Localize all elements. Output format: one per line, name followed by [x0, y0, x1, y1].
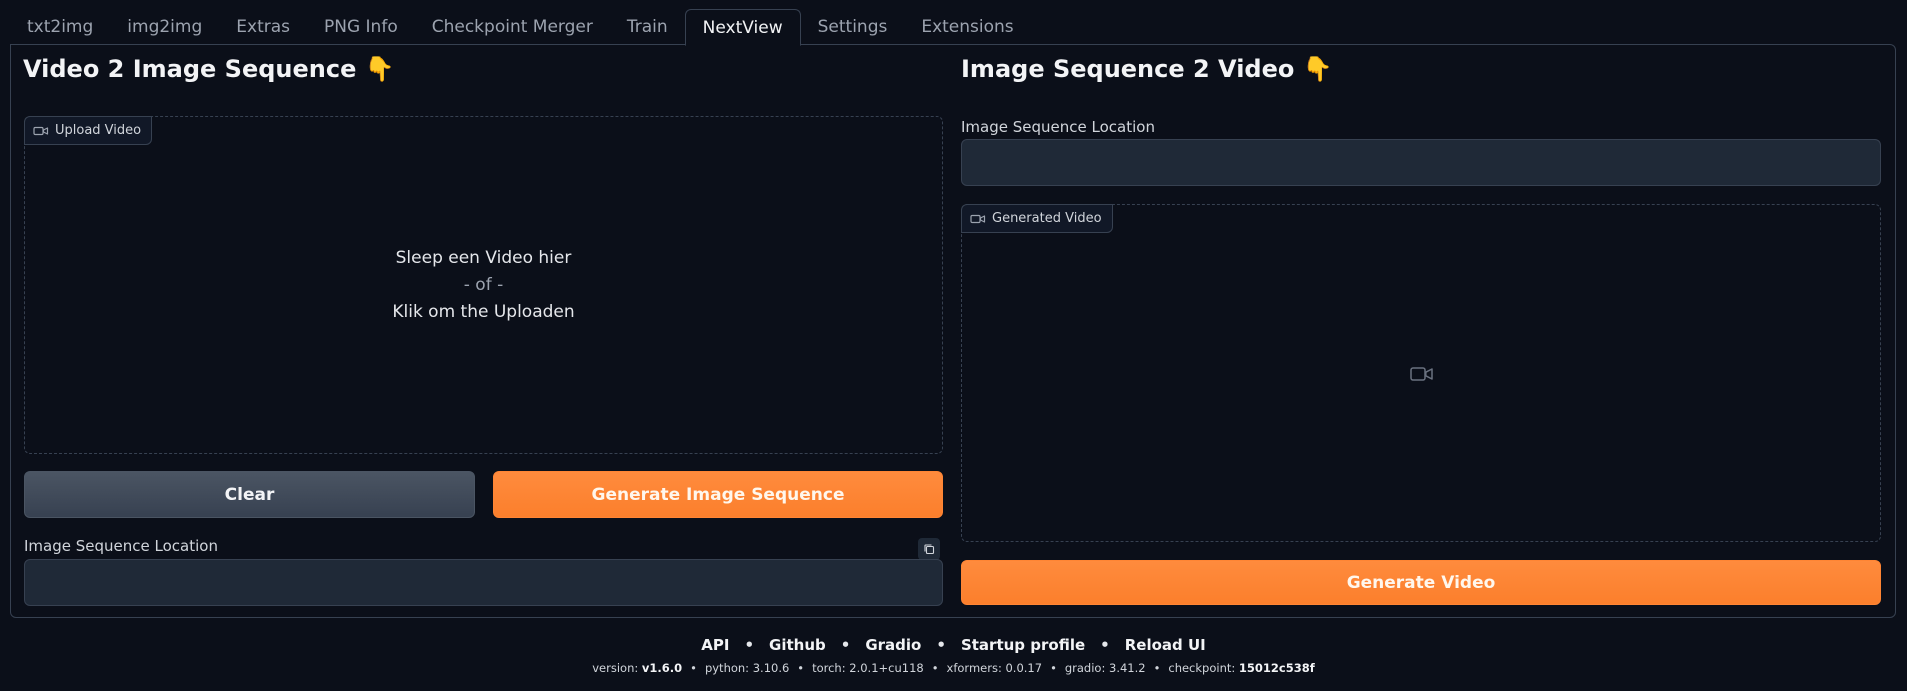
upload-video-dropzone[interactable]: Upload Video Sleep een Video hier - of -…: [24, 116, 943, 454]
video-to-image-title: Video 2 Image Sequence 👇: [23, 55, 395, 83]
tab-txt2img[interactable]: txt2img: [10, 9, 110, 45]
tab-extensions[interactable]: Extensions: [904, 9, 1030, 45]
torch-value: 2.0.1+cu118: [849, 661, 924, 675]
drop-instructions: Sleep een Video hier - of - Klik om the …: [25, 245, 942, 326]
python-key: python:: [704, 661, 750, 675]
gradio-value: 3.41.2: [1109, 661, 1146, 675]
footer-links: API • Github • Gradio • Startup profile • Reload…: [701, 636, 1206, 654]
right-location-input[interactable]: [961, 139, 1881, 186]
generated-video-box: Generated Video: [961, 204, 1881, 542]
xformers-value: 0.0.17: [1005, 661, 1043, 675]
tab-png-info[interactable]: PNG Info: [307, 9, 415, 45]
xformers-key: xformers:: [946, 661, 1002, 675]
checkpoint-key: checkpoint:: [1168, 661, 1236, 675]
left-location-label: Image Sequence Location: [24, 537, 218, 555]
footer-link-reload-ui[interactable]: Reload UI: [1125, 636, 1206, 654]
version-info: version: v1.6.0 • python: 3.10.6 • torch: 2.…: [592, 661, 1315, 675]
footer-link-api[interactable]: API: [701, 636, 729, 654]
upload-video-label-text: Upload Video: [55, 123, 142, 138]
image-to-video-title: Image Sequence 2 Video 👇: [961, 55, 1333, 83]
version-key: version:: [592, 661, 639, 675]
left-location-input[interactable]: [24, 559, 943, 606]
checkpoint-value: 15012c538f: [1238, 661, 1315, 675]
right-location-label: Image Sequence Location: [961, 118, 1155, 136]
torch-key: torch:: [812, 661, 846, 675]
tab-nextview[interactable]: NextView: [684, 9, 801, 46]
video-camera-icon: [970, 214, 986, 223]
copy-button[interactable]: [918, 538, 940, 560]
generate-video-button[interactable]: Generate Video: [961, 560, 1881, 605]
footer-link-github[interactable]: Github: [769, 636, 826, 654]
tab-checkpoint-merger[interactable]: Checkpoint Merger: [415, 9, 610, 45]
footer-link-startup-profile[interactable]: Startup profile: [961, 636, 1085, 654]
generate-image-sequence-button[interactable]: Generate Image Sequence: [493, 471, 943, 518]
version-value: v1.6.0: [641, 661, 683, 675]
video-placeholder-icon: [1410, 367, 1433, 381]
nextview-panel: Video 2 Image Sequence 👇 Upload Video Sl…: [10, 44, 1896, 618]
clear-button[interactable]: Clear: [24, 471, 475, 518]
gradio-key: gradio:: [1064, 661, 1106, 675]
footer-link-gradio[interactable]: Gradio: [865, 636, 921, 654]
generated-video-label-text: Generated Video: [992, 211, 1102, 226]
drop-line-3: Klik om the Uploaden: [392, 302, 575, 322]
tab-bar: txt2img img2img Extras PNG Info Checkpoi…: [10, 9, 1031, 46]
tab-extras[interactable]: Extras: [219, 9, 307, 45]
drop-line-1: Sleep een Video hier: [395, 248, 572, 268]
tab-settings[interactable]: Settings: [801, 9, 905, 45]
video-camera-icon: [33, 126, 49, 135]
upload-video-label: Upload Video: [24, 116, 153, 145]
generated-video-label: Generated Video: [961, 204, 1113, 233]
copy-icon: [924, 544, 935, 555]
tab-train[interactable]: Train: [610, 9, 685, 45]
python-value: 3.10.6: [752, 661, 790, 675]
tab-img2img[interactable]: img2img: [110, 9, 219, 45]
drop-line-2: - of -: [463, 275, 504, 295]
